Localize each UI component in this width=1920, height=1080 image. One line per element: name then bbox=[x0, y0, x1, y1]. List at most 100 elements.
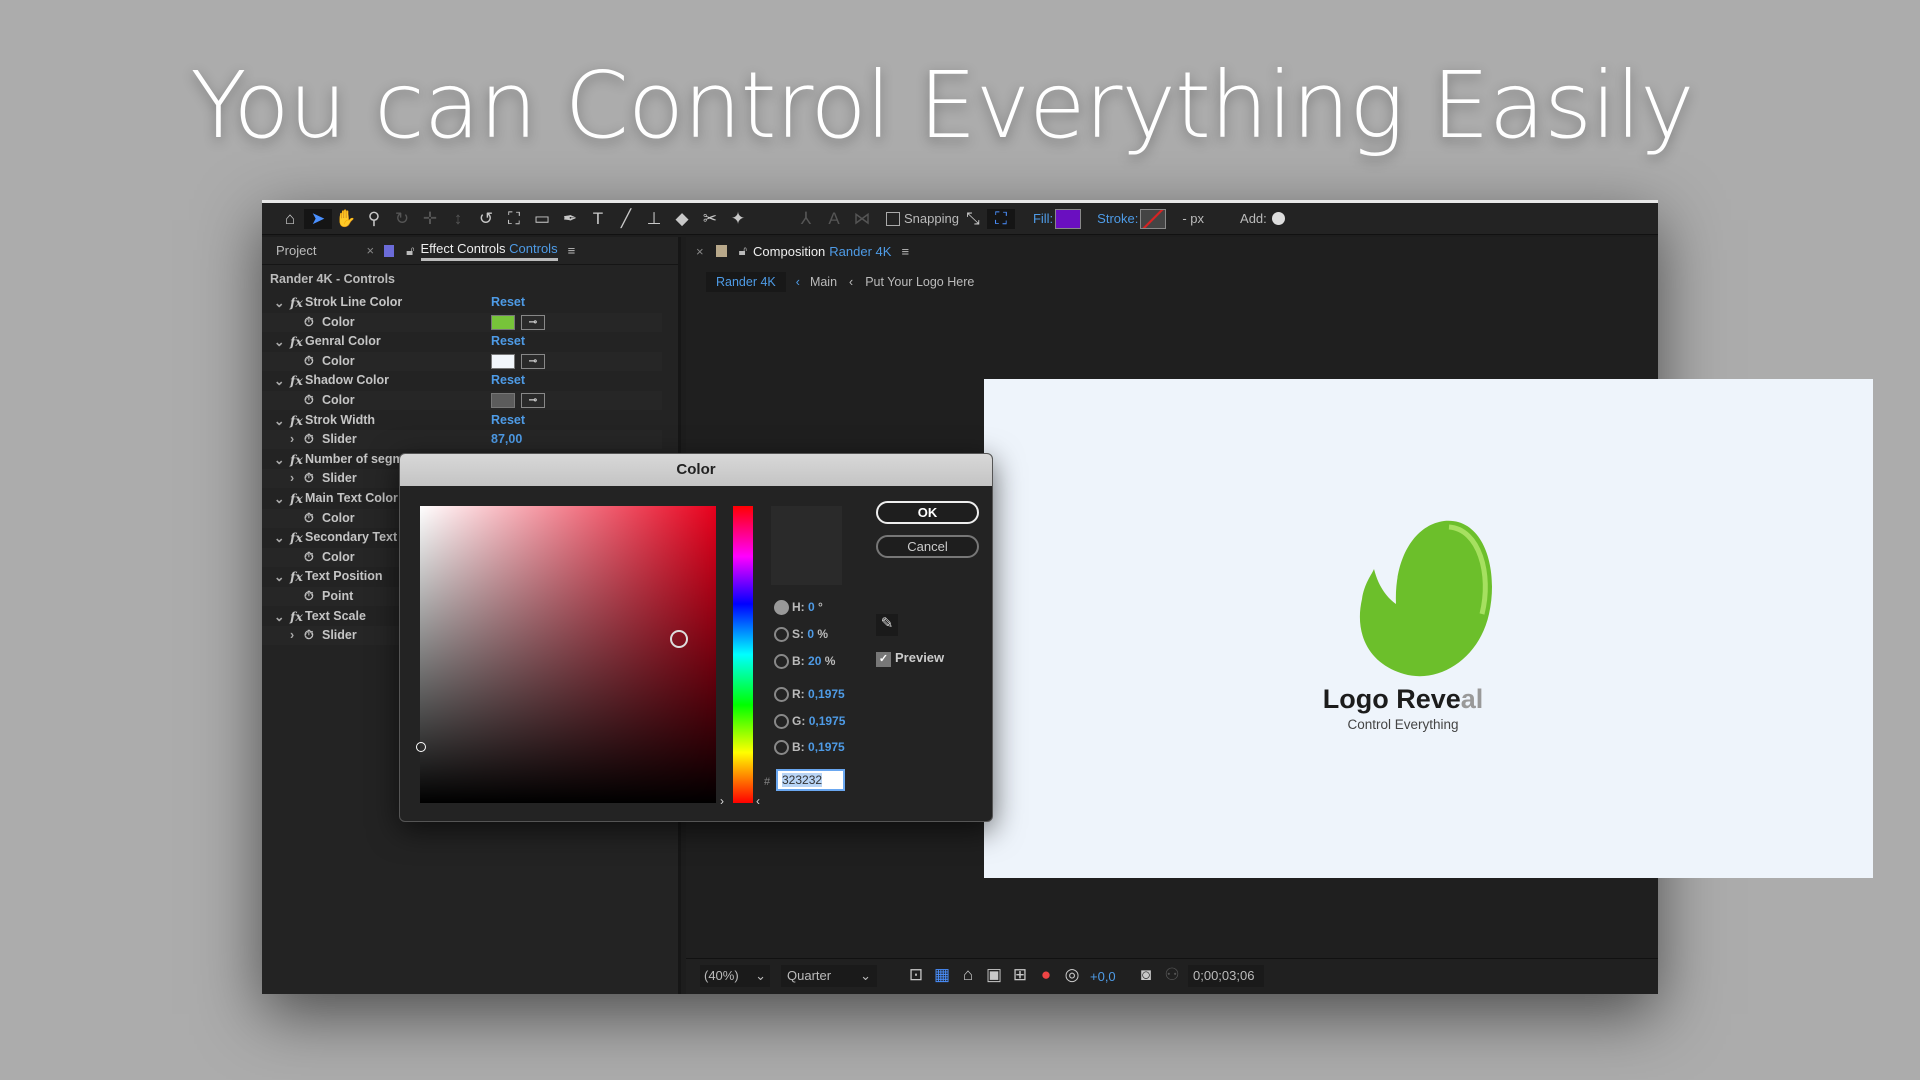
chevron-down-icon[interactable]: ⌄ bbox=[274, 452, 284, 467]
home-icon[interactable]: ⌂ bbox=[276, 209, 304, 229]
property-value[interactable]: Reset bbox=[491, 334, 525, 348]
cancel-button[interactable]: Cancel bbox=[876, 535, 979, 558]
effect-row[interactable]: ⌄ fx Genral Color Reset bbox=[262, 332, 662, 351]
effect-row[interactable]: ⏱︎ Color ⊸ bbox=[262, 351, 662, 371]
tab-composition[interactable]: Composition bbox=[753, 244, 825, 259]
composition-viewer[interactable]: Logo Reveal Control Everything bbox=[984, 379, 1873, 878]
rectangle-tool-icon[interactable]: ▭ bbox=[528, 209, 556, 229]
hue-slider[interactable] bbox=[733, 506, 753, 803]
fx-icon[interactable]: fx bbox=[290, 452, 303, 467]
panel-menu-icon[interactable]: ≡ bbox=[568, 243, 576, 258]
crumb-main[interactable]: Main bbox=[810, 275, 837, 289]
chevron-right-icon[interactable]: › bbox=[290, 432, 294, 446]
hue-radio[interactable]: H: 0 ° bbox=[774, 600, 823, 616]
crumb-rander-4k[interactable]: Rander 4K bbox=[706, 272, 786, 292]
property-value[interactable]: Reset bbox=[491, 295, 525, 309]
eyedropper-icon[interactable]: ⊸ bbox=[521, 314, 545, 330]
region-icon[interactable]: ▣ bbox=[980, 965, 1008, 985]
chevron-down-icon[interactable]: ⌄ bbox=[274, 491, 284, 506]
type-tool-icon[interactable]: T bbox=[584, 209, 612, 229]
chevron-right-icon[interactable]: › bbox=[290, 471, 294, 485]
hand-tool-icon[interactable]: ✋ bbox=[332, 209, 360, 229]
lock-icon[interactable]: 🔓︎ bbox=[739, 243, 747, 259]
snapping-checkbox[interactable] bbox=[886, 211, 900, 226]
show-snapshot-icon[interactable]: ⚇ bbox=[1158, 965, 1186, 985]
stopwatch-icon[interactable]: ⏱︎ bbox=[304, 511, 314, 526]
fill-swatch[interactable] bbox=[1055, 208, 1082, 229]
effect-row[interactable]: ⌄ fx Strok Width Reset bbox=[262, 411, 662, 430]
exposure-icon[interactable]: ◎ bbox=[1058, 965, 1086, 985]
chevron-down-icon[interactable]: ⌄ bbox=[274, 413, 284, 428]
hue-arrow-left-icon[interactable]: ‹ bbox=[756, 794, 760, 808]
tab-project[interactable]: Project bbox=[276, 243, 316, 258]
fx-icon[interactable]: fx bbox=[290, 334, 303, 349]
zoom-tool-icon[interactable]: ⚲ bbox=[360, 209, 388, 229]
stamp-tool-icon[interactable]: ⊥ bbox=[640, 209, 668, 229]
fast-preview-icon[interactable]: ⊡ bbox=[902, 965, 930, 985]
dolly-tool-icon[interactable]: ↕ bbox=[444, 209, 472, 229]
chevron-right-icon[interactable]: › bbox=[290, 628, 294, 642]
effect-row[interactable]: ⏱︎ Color ⊸ bbox=[262, 312, 662, 332]
red-radio[interactable]: R: 0,1975 bbox=[774, 687, 845, 703]
stopwatch-icon[interactable]: ⏱︎ bbox=[304, 550, 314, 565]
chevron-down-icon[interactable]: ⌄ bbox=[274, 569, 284, 584]
stopwatch-icon[interactable]: ⏱︎ bbox=[304, 589, 314, 604]
chevron-down-icon[interactable]: ⌄ bbox=[274, 609, 284, 624]
chevron-down-icon[interactable]: ⌄ bbox=[274, 373, 284, 388]
orbit-tool-icon[interactable]: ↻ bbox=[388, 209, 416, 229]
hex-input[interactable]: 323232 bbox=[776, 769, 845, 791]
timecode[interactable]: 0;00;03;06 bbox=[1188, 965, 1264, 987]
effect-row[interactable]: ⌄ fx Shadow Color Reset bbox=[262, 371, 662, 390]
stroke-swatch[interactable] bbox=[1140, 208, 1167, 229]
eyedropper-icon[interactable]: ⊸ bbox=[521, 353, 545, 369]
selection-tool-icon[interactable]: ➤ bbox=[304, 208, 332, 229]
color-cursor[interactable] bbox=[670, 630, 688, 648]
blue-radio[interactable]: B: 0,1975 bbox=[774, 740, 845, 756]
fx-icon[interactable]: fx bbox=[290, 491, 303, 506]
fx-icon[interactable]: fx bbox=[290, 569, 303, 584]
guides-icon[interactable]: ⊞ bbox=[1006, 965, 1034, 985]
roto-tool-icon[interactable]: ✂ bbox=[696, 209, 724, 229]
close-tab-icon[interactable]: × bbox=[366, 243, 374, 258]
eyedropper-icon[interactable]: ⊸ bbox=[521, 393, 545, 408]
rotate-tool-icon[interactable]: ↺ bbox=[472, 209, 500, 229]
hue-value[interactable]: 0 bbox=[808, 600, 815, 614]
fx-icon[interactable]: fx bbox=[290, 295, 303, 310]
exposure-value[interactable]: +0,0 bbox=[1090, 969, 1116, 984]
blue-value[interactable]: 0,1975 bbox=[808, 740, 845, 754]
snap-target-icon[interactable]: ⛶ bbox=[986, 208, 1015, 229]
resolution-dropdown[interactable]: Quarter ⌄ bbox=[781, 965, 877, 987]
brush-tool-icon[interactable]: ╱ bbox=[612, 209, 640, 229]
stopwatch-icon[interactable]: ⏱︎ bbox=[304, 393, 314, 408]
fx-icon[interactable]: fx bbox=[290, 413, 303, 428]
preview-checkbox[interactable]: ✓ Preview bbox=[876, 650, 944, 667]
hue-arrow-right-icon[interactable]: › bbox=[720, 794, 724, 808]
color-swatch[interactable] bbox=[491, 393, 515, 408]
property-value[interactable]: Reset bbox=[491, 373, 525, 387]
brightness-radio[interactable]: B: 20 % bbox=[774, 654, 835, 670]
effect-row[interactable]: ⌄ fx Strok Line Color Reset bbox=[262, 293, 662, 312]
tab-composition-name[interactable]: Rander 4K bbox=[829, 244, 891, 259]
effect-row[interactable]: ⏱︎ Color ⊸ bbox=[262, 391, 662, 410]
zoom-dropdown[interactable]: (40%) ⌄ bbox=[700, 965, 770, 987]
fx-icon[interactable]: fx bbox=[290, 530, 303, 545]
channels-icon[interactable]: ● bbox=[1032, 965, 1060, 985]
tab-effect-controls[interactable]: Effect Controls Controls bbox=[420, 241, 558, 261]
ok-button[interactable]: OK bbox=[876, 501, 979, 524]
green-radio[interactable]: G: 0,1975 bbox=[774, 714, 845, 730]
red-value[interactable]: 0,1975 bbox=[808, 687, 845, 701]
property-value[interactable]: Reset bbox=[491, 413, 525, 427]
saturation-brightness-field[interactable] bbox=[416, 506, 716, 803]
eraser-tool-icon[interactable]: ◆ bbox=[668, 209, 696, 229]
stopwatch-icon[interactable]: ⏱︎ bbox=[304, 315, 314, 330]
chevron-down-icon[interactable]: ⌄ bbox=[274, 295, 284, 310]
fx-icon[interactable]: fx bbox=[290, 609, 303, 624]
axis-icon[interactable]: ⅄ bbox=[792, 209, 820, 229]
stopwatch-icon[interactable]: ⏱︎ bbox=[304, 354, 314, 369]
pan-tool-icon[interactable]: ✛ bbox=[416, 209, 444, 229]
eyedropper-icon[interactable]: ✎ bbox=[876, 614, 898, 636]
mask-icon[interactable]: ⌂ bbox=[954, 965, 982, 985]
effect-row[interactable]: › ⏱︎ Slider 87,00 bbox=[262, 430, 662, 450]
world-axis-icon[interactable]: A bbox=[820, 209, 848, 229]
pen-tool-icon[interactable]: ✒ bbox=[556, 209, 584, 229]
